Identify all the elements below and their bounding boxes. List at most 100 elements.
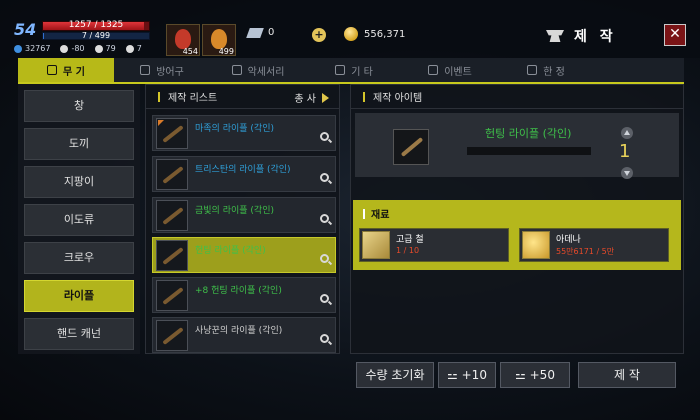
tab-accessory[interactable]: 악세서리	[210, 58, 306, 82]
search-icon[interactable]	[320, 334, 329, 343]
search-icon[interactable]	[320, 214, 329, 223]
tab-label: 한 정	[543, 66, 565, 78]
page-title: 제 작	[546, 26, 617, 46]
rifle-icon	[156, 240, 188, 271]
list-item[interactable]: +8 헌팅 라이플 (각인)	[152, 277, 336, 313]
tab-misc[interactable]: 기 타	[306, 58, 402, 82]
item-name: 사냥꾼의 라이플 (각인)	[195, 326, 283, 336]
sort-selector[interactable]: 총 사	[294, 90, 329, 105]
category-hand-cannon[interactable]: 핸드 캐넌	[24, 318, 134, 350]
list-item[interactable]: 사냥꾼의 라이플 (각인)	[152, 317, 336, 353]
category-axe[interactable]: 도끼	[24, 128, 134, 160]
gift-icon	[428, 65, 439, 75]
box-icon	[335, 65, 346, 75]
category-dual-blades[interactable]: 이도류	[24, 204, 134, 236]
craft-list-panel: 제작 리스트 총 사 마족의 라이플 (각인) 트리스탄의 라이플 (각인) 금…	[145, 84, 340, 354]
search-icon[interactable]	[320, 173, 329, 182]
craft-list-title: 제작 리스트	[168, 93, 218, 104]
list-item[interactable]: 금빛의 라이플 (각인)	[152, 197, 336, 233]
stat-icon	[14, 44, 22, 53]
header-accent	[363, 91, 365, 102]
search-icon[interactable]	[320, 294, 329, 303]
item-name: 헌팅 라이플 (각인)	[195, 246, 266, 256]
list-item-selected[interactable]: 헌팅 라이플 (각인)	[152, 237, 336, 273]
tab-label: 악세서리	[247, 66, 285, 78]
category-rifle[interactable]: 라이플	[24, 280, 134, 312]
add-currency-button[interactable]: +	[312, 28, 326, 42]
rifle-icon	[156, 200, 188, 231]
tab-label: 기 타	[351, 66, 373, 78]
sort-label: 총 사	[294, 94, 316, 105]
plus-50-label: +50	[529, 368, 555, 382]
plus-50-button[interactable]: ⚍ +50	[500, 362, 570, 388]
tab-weapon[interactable]: 무 기	[18, 58, 114, 82]
tab-event[interactable]: 이벤트	[402, 58, 498, 82]
reset-quantity-button[interactable]: 수량 초기화	[356, 362, 434, 388]
crossed-swords-icon	[47, 65, 58, 75]
close-button[interactable]: ✕	[664, 24, 686, 46]
coin-stack-icon: ⚍	[447, 368, 458, 382]
list-item[interactable]: 트리스탄의 라이플 (각인)	[152, 156, 336, 192]
crystal-amount: 0	[268, 27, 275, 38]
clock-icon	[527, 65, 538, 75]
stat-value: -80	[71, 44, 85, 53]
gold-currency: 556,371	[344, 27, 405, 41]
stat-1: 32767	[14, 44, 50, 53]
material-quantity: 55만6171 / 5만	[556, 247, 615, 256]
item-name: 트리스탄의 라이플 (각인)	[195, 165, 291, 175]
materials-header: 재료	[363, 206, 389, 221]
search-icon[interactable]	[320, 132, 329, 141]
item-name: 마족의 라이플 (각인)	[195, 124, 274, 134]
quantity-up-button[interactable]	[621, 127, 633, 139]
category-spear[interactable]: 창	[24, 90, 134, 122]
material-item[interactable]: 고급 철 1 / 10	[359, 228, 509, 262]
header-accent	[363, 208, 365, 219]
craft-item-title: 제작 아이템	[373, 93, 423, 104]
item-name: +8 헌팅 라이플 (각인)	[195, 286, 282, 296]
item-name: 금빛의 라이플 (각인)	[195, 206, 274, 216]
page-title-text: 제 작	[574, 29, 617, 45]
armor-icon	[140, 65, 151, 75]
rifle-icon	[156, 280, 188, 311]
player-stats: 32767 -80 79 7	[14, 44, 142, 53]
rarity-pip	[158, 120, 164, 126]
stat-2: -80	[60, 44, 85, 53]
plus-10-button[interactable]: ⚍ +10	[438, 362, 496, 388]
skull-icon	[60, 44, 69, 53]
buff-potion-icon	[211, 29, 227, 49]
selected-item-name: 헌팅 라이플 (각인)	[485, 127, 572, 140]
rifle-shape	[162, 125, 184, 143]
material-name: 아데나	[556, 235, 581, 245]
stat-4: 7	[125, 44, 142, 53]
list-item[interactable]: 마족의 라이플 (각인)	[152, 115, 336, 151]
materials-title: 재료	[371, 210, 390, 221]
selected-item-card: 헌팅 라이플 (각인) 1	[355, 113, 679, 179]
potion-count: 454	[182, 47, 198, 56]
potion-slot-1[interactable]: 454	[166, 24, 200, 56]
tab-label: 방어구	[156, 66, 184, 78]
tab-limited[interactable]: 한 정	[498, 58, 594, 82]
quantity-down-button[interactable]	[621, 167, 633, 179]
quantity-value: 1	[619, 141, 631, 162]
potion-slot-2[interactable]: 499	[202, 24, 236, 56]
mp-text: 7 / 499	[81, 31, 111, 40]
tab-label: 무 기	[63, 66, 85, 78]
stat-value: 32767	[25, 44, 51, 53]
rifle-shape	[162, 287, 184, 305]
material-item[interactable]: 아데나 55만6171 / 5만	[519, 228, 669, 262]
craft-button[interactable]: 제 작	[578, 362, 676, 388]
anvil-icon	[546, 30, 564, 42]
craft-item-header: 제작 아이템	[351, 85, 683, 109]
tab-armor[interactable]: 방어구	[114, 58, 210, 82]
crystal-currency: 0	[246, 27, 275, 38]
stat-icon	[94, 44, 103, 53]
category-crossbow[interactable]: 크로우	[24, 242, 134, 274]
stat-3: 79	[94, 44, 116, 53]
stat-value: 7	[136, 44, 142, 53]
top-bar: 54 1257 / 1325 7 / 499 32767 -80 79 7 45…	[0, 0, 700, 58]
category-staff[interactable]: 지팡이	[24, 166, 134, 198]
iron-ingot-icon	[362, 231, 390, 259]
hp-text: 1257 / 1325	[68, 20, 124, 30]
rifle-shape	[162, 327, 184, 345]
search-icon[interactable]	[320, 254, 329, 263]
